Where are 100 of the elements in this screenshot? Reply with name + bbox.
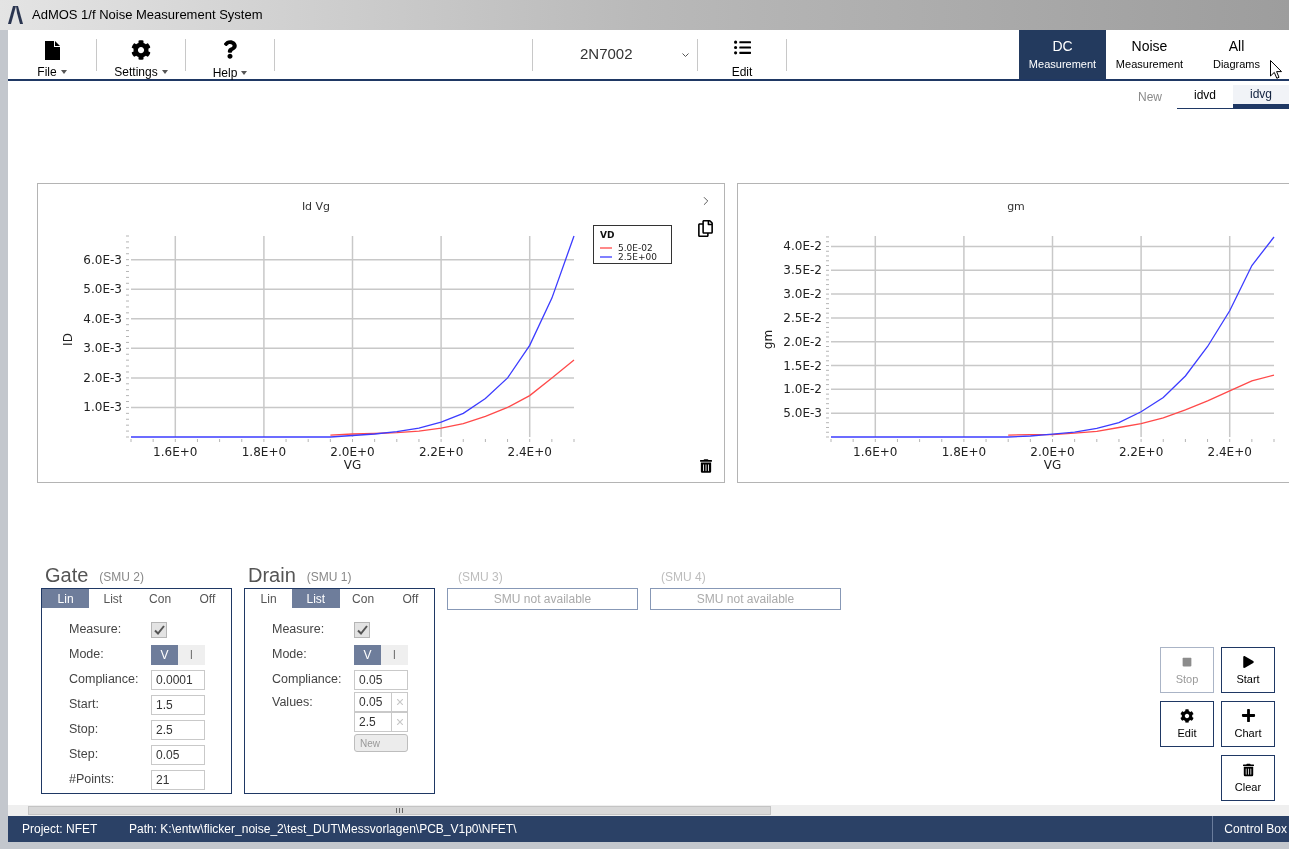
help-icon: [223, 38, 237, 61]
input-field[interactable]: 0.05: [151, 744, 205, 765]
legend-title: VD: [600, 230, 615, 240]
y-tick-label: 2.0E-3: [83, 370, 122, 385]
device-select[interactable]: 2N7002: [533, 30, 697, 79]
x-tick-label: 2.2E+0: [418, 445, 464, 459]
checkbox[interactable]: [151, 621, 167, 638]
file-icon: [44, 41, 60, 60]
x-tick-label: 2.4E+0: [1207, 445, 1252, 459]
mode-toggle[interactable]: V: [354, 644, 381, 665]
input-field[interactable]: 1.5: [151, 694, 205, 715]
smu-title: Gate: [45, 564, 89, 586]
settings-icon: [131, 40, 151, 60]
input-field[interactable]: 0.05: [354, 692, 392, 712]
chart-title: Id Vg: [301, 200, 331, 213]
smu-channel-label: (SMU 4): [661, 570, 706, 584]
close-icon: [396, 699, 403, 705]
y-tick-label: 3.0E-2: [783, 287, 822, 302]
y-axis-title: gm: [761, 329, 775, 350]
settings-icon: [1180, 708, 1194, 723]
y-tick-label: 5.0E-3: [783, 406, 822, 421]
mode-toggle[interactable]: I: [178, 644, 205, 665]
caret-icon: [161, 70, 168, 74]
smu-channel-label: (SMU 2): [99, 570, 145, 584]
checkbox[interactable]: [354, 621, 370, 638]
y-tick-label: 4.0E-3: [83, 311, 122, 326]
add-chart-button[interactable]: Chart: [1221, 701, 1275, 747]
y-tick-label: 6.0E-3: [83, 252, 122, 267]
input-field[interactable]: 0.05: [354, 669, 408, 690]
grip-icon: [396, 808, 403, 813]
x-tick-label: 1.6E+0: [853, 445, 898, 459]
mode-toggle[interactable]: V: [151, 644, 178, 665]
field-label: Mode:: [272, 646, 308, 664]
x-tick-label: 2.2E+0: [1118, 445, 1164, 459]
menu-button[interactable]: Settings: [97, 30, 185, 79]
source-mode-tab[interactable]: Lin: [42, 589, 90, 608]
y-tick-label: 2.0E-2: [783, 334, 822, 349]
field-label: Measure:: [272, 621, 326, 639]
y-tick-label: 3.0E-3: [83, 341, 122, 356]
app-logo-icon: [8, 6, 23, 24]
view-tab[interactable]: DC Measurement: [1019, 30, 1106, 79]
input-field[interactable]: 21: [151, 769, 205, 790]
field-label: Values:: [272, 694, 314, 711]
y-axis-title: ID: [61, 333, 75, 346]
legend-label: 5.0E-02: [618, 243, 653, 253]
caret-icon: [241, 71, 248, 75]
field-label: Measure:: [69, 621, 123, 639]
input-field[interactable]: 0.0001: [151, 669, 205, 690]
mode-toggle[interactable]: I: [381, 644, 408, 665]
source-mode-tab[interactable]: List: [292, 589, 340, 608]
window-title: AdMOS 1/f Noise Measurement System: [32, 6, 263, 25]
x-tick-label: 2.0E+0: [330, 445, 375, 459]
plus-icon: [1240, 708, 1256, 723]
field-label: Stop:: [69, 721, 100, 739]
x-tick-label: 1.8E+0: [241, 445, 287, 459]
chevron-down-icon: [682, 52, 689, 57]
edit-button[interactable]: Edit: [698, 30, 786, 79]
menu-button[interactable]: File: [8, 30, 96, 79]
trash-icon: [1242, 762, 1254, 777]
stop-icon: [1182, 656, 1192, 667]
input-field[interactable]: 2.5: [354, 712, 392, 732]
y-tick-label: 3.5E-2: [783, 263, 822, 278]
new-tab-button[interactable]: New: [1138, 85, 1162, 109]
chart-title: gm: [1007, 200, 1025, 213]
field-label: #Points:: [69, 771, 116, 789]
y-tick-label: 5.0E-3: [83, 282, 122, 297]
close-icon: [396, 719, 403, 725]
smu-channel-label: (SMU 3): [458, 570, 503, 584]
y-tick-label: 1.5E-2: [783, 358, 822, 373]
x-tick-label: 2.0E+0: [1030, 445, 1075, 459]
control-box-label: Control Box: [1223, 821, 1288, 838]
x-tick-label: 1.8E+0: [941, 445, 987, 459]
checkmark-icon: [356, 624, 368, 635]
field-label: Compliance:: [69, 671, 140, 689]
path-label: Path: K:\entw\flicker_noise_2\test_DUT\Messvorlagen\PCB_V1p0\NFET\: [129, 821, 517, 838]
x-tick-label: 1.6E+0: [153, 445, 198, 459]
horizontal-scrollbar[interactable]: [8, 805, 1289, 816]
copy-icon[interactable]: [698, 220, 713, 237]
x-axis-title: VG: [343, 458, 362, 472]
start-button[interactable]: Start: [1221, 647, 1275, 693]
y-tick-label: 2.5E-2: [783, 310, 822, 325]
diagram-tab[interactable]: idvg: [1233, 85, 1289, 109]
x-tick-label: 2.4E+0: [507, 445, 552, 459]
list-icon: [732, 39, 752, 56]
field-label: Step:: [69, 746, 100, 764]
clear-button[interactable]: Clear: [1221, 755, 1275, 801]
y-tick-label: 4.0E-2: [783, 239, 822, 254]
input-field[interactable]: 2.5: [151, 719, 205, 740]
status-box: SMU not available: [650, 588, 841, 610]
menu-button[interactable]: Help: [186, 30, 274, 79]
y-tick-label: 1.0E-2: [783, 382, 822, 397]
field-label: Mode:: [69, 646, 105, 664]
edit-button[interactable]: Edit: [1160, 701, 1214, 747]
checkmark-icon: [153, 624, 165, 635]
legend-label: 2.5E+00: [618, 252, 657, 262]
field-label: Compliance:: [272, 671, 343, 689]
x-axis-title: VG: [1043, 458, 1062, 472]
scrollbar-thumb[interactable]: [28, 806, 771, 815]
trash-icon[interactable]: [699, 459, 712, 473]
play-icon: [1242, 655, 1254, 668]
